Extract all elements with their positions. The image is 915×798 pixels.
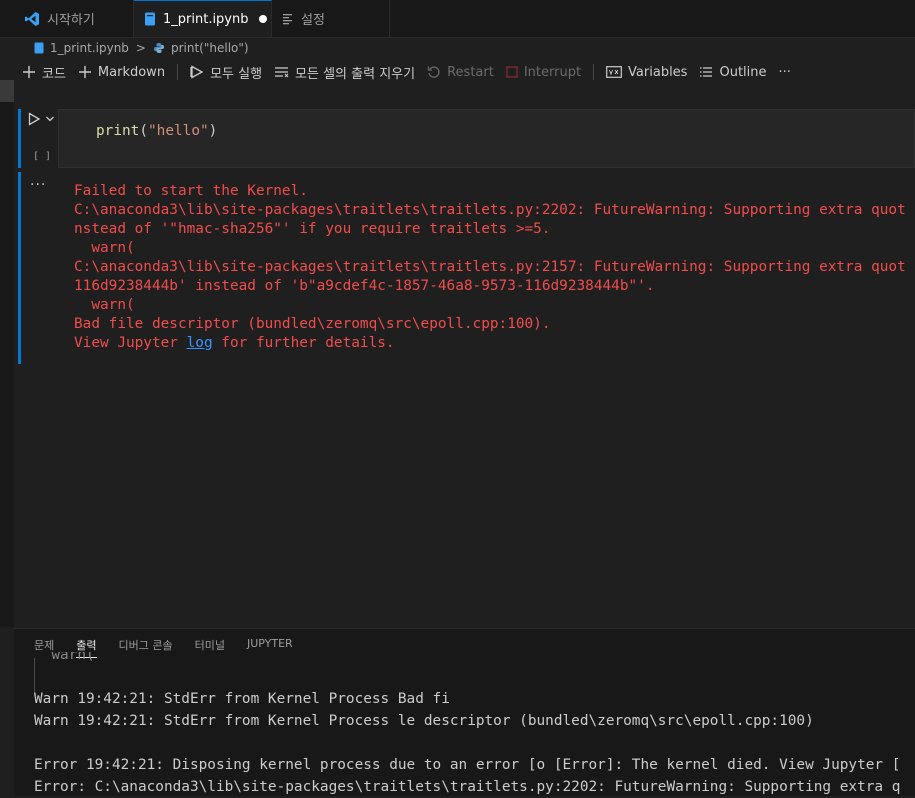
settings-editor-icon (282, 13, 294, 25)
add-markdown-label: Markdown (97, 64, 166, 80)
clear-all-icon (274, 66, 289, 78)
output-line: C:\anaconda3\lib\site-packages\traitlets… (74, 259, 906, 275)
chevron-right-icon: > (135, 41, 146, 55)
tab-label: 설정 (301, 13, 325, 28)
breadcrumb: 1_print.ipynb > print("hello") (34, 40, 249, 56)
output-line: View Jupyter log for further details. (74, 335, 395, 351)
variables-label: Variables (628, 64, 688, 80)
outline-button[interactable]: Outline (699, 64, 767, 80)
code-paren: ) (208, 123, 218, 139)
output-line: Bad file descriptor (bundled\zeromq\src\… (74, 316, 551, 332)
add-code-cell-button[interactable]: 코드 (22, 63, 66, 82)
plus-icon (78, 65, 92, 79)
variables-button[interactable]: Variables (606, 65, 687, 80)
python-icon (153, 42, 165, 54)
restart-icon (427, 65, 441, 79)
toolbar-divider (593, 64, 595, 80)
notebook-toolbar: 코드 Markdown 모두 실행 모든 셀의 출력 지우기 Restart I… (22, 61, 803, 83)
notebook-icon (34, 42, 44, 54)
output-line: nstead of '"hmac-sha256"' if you require… (74, 221, 551, 237)
output-log[interactable]: warn( Warn 19:42:21: StdErr from Kernel … (34, 652, 915, 798)
toolbar-divider (177, 64, 179, 80)
output-more-button[interactable]: ··· (30, 177, 46, 193)
more-icon: ··· (778, 64, 791, 80)
output-line: C:\anaconda3\lib\site-packages\traitlets… (74, 202, 906, 218)
cell-output: Failed to start the Kernel. C:\anaconda3\… (74, 182, 915, 353)
output-line: warn( (74, 240, 135, 256)
activity-marker (0, 80, 14, 102)
clear-outputs-button[interactable]: 모든 셀의 출력 지우기 (274, 63, 415, 82)
cell-focus-indicator (18, 109, 21, 168)
output-focus-indicator (18, 172, 21, 364)
log-line: Warn 19:42:21: StdErr from Kernel Proces… (34, 691, 450, 707)
output-line: Failed to start the Kernel. (74, 183, 308, 199)
clear-outputs-label: 모든 셀의 출력 지우기 (295, 66, 416, 82)
code-function: print (96, 123, 140, 139)
run-all-icon (190, 65, 204, 79)
run-options-chevron-down-icon[interactable] (45, 113, 55, 128)
run-all-button[interactable]: 모두 실행 (190, 63, 262, 82)
more-actions-button[interactable]: ··· (779, 65, 791, 80)
interrupt-label: Interrupt (523, 64, 582, 80)
tab-settings[interactable]: 설정 (272, 0, 390, 37)
jupyter-log-link[interactable]: log (187, 335, 213, 351)
code-line[interactable]: print("hello") (96, 123, 217, 139)
outline-list-icon (699, 66, 713, 78)
run-all-label: 모두 실행 (210, 66, 263, 82)
variables-icon (606, 66, 622, 78)
add-markdown-cell-button[interactable]: Markdown (78, 65, 165, 80)
tab-notebook[interactable]: 1_print.ipynb (134, 0, 272, 37)
stop-icon (506, 66, 518, 78)
log-line: warn( (34, 652, 95, 663)
run-cell-button[interactable] (27, 112, 41, 130)
breadcrumb-symbol[interactable]: print("hello") (171, 41, 249, 55)
restart-label: Restart (447, 64, 494, 80)
left-strip (0, 102, 14, 627)
tab-getting-started[interactable]: 시작하기 (14, 0, 134, 37)
run-icon (28, 112, 41, 126)
execution-count: [ ] (33, 151, 52, 162)
outline-label: Outline (719, 64, 767, 80)
code-string: "hello" (148, 123, 209, 139)
vscode-logo-icon (24, 11, 40, 27)
restart-button[interactable]: Restart (427, 65, 494, 80)
output-line: 116d9238444b' instead of 'b"a9cdef4c-185… (74, 278, 655, 294)
log-line: Warn 19:42:21: StdErr from Kernel Proces… (34, 713, 814, 729)
log-line: Error 19:42:21: Disposing kernel process… (34, 757, 901, 773)
plus-icon (22, 65, 36, 79)
tab-label: 1_print.ipynb (163, 11, 249, 27)
interrupt-button[interactable]: Interrupt (506, 65, 581, 80)
tab-label: 시작하기 (47, 13, 95, 28)
add-code-label: 코드 (42, 66, 66, 82)
breadcrumb-file[interactable]: 1_print.ipynb (50, 41, 129, 55)
output-line: warn( (74, 297, 135, 313)
unsaved-dot-icon[interactable] (258, 15, 267, 23)
editor-tab-bar: 시작하기 1_print.ipynb 설정 (0, 0, 915, 38)
code-paren: ( (139, 123, 148, 139)
notebook-icon (144, 12, 156, 26)
